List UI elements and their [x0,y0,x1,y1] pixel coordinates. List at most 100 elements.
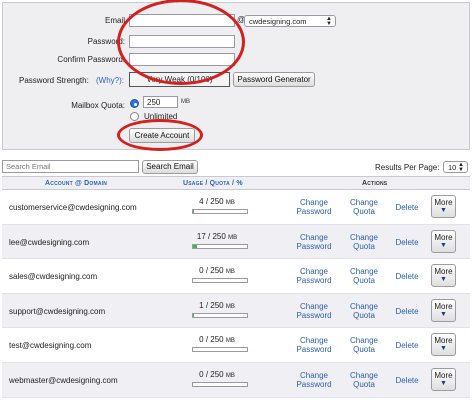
more-button[interactable]: More ▼ [431,298,456,322]
more-button[interactable]: More ▼ [431,333,456,357]
change-password-line2: Password [296,310,332,320]
domain-select[interactable]: cwdesigning.com ▲ ▼ [244,15,336,27]
email-accounts-table: Account @ Domain Usage / Quota / % Actio… [2,176,470,398]
delete-link[interactable]: Delete [393,272,421,281]
change-password-line2: Password [296,379,332,389]
change-quota-line2: Quota [353,241,375,251]
results-per-page-value: 10 [448,163,457,172]
delete-link[interactable]: Delete [393,376,421,385]
usage-bar [192,243,248,249]
change-password-link[interactable]: Change Password [294,302,334,320]
usage-quota: 250 [210,197,224,206]
change-password-line1: Change [299,198,329,207]
more-label: More [434,370,453,380]
change-quota-line1: Change [349,370,379,380]
results-per-page-select[interactable]: 10 ▲ ▼ [443,161,468,173]
account-email: lee@cwdesigning.com [9,237,90,247]
account-email: webmaster@cwdesigning.com [9,375,118,385]
change-password-line2: Password [296,207,332,216]
change-quota-link[interactable]: Change Quota [347,371,381,389]
change-quota-link[interactable]: Change Quota [347,198,381,216]
usage-unit: MB [225,372,235,379]
header-account-domain[interactable]: Account @ Domain [45,180,107,187]
usage-quota: 250 [210,369,224,379]
more-label: More [434,198,453,207]
change-password-line1: Change [299,370,329,380]
usage-bar [192,381,248,387]
chevron-down-icon: ▼ [440,241,447,249]
change-quota-line2: Quota [353,310,375,320]
usage-bar-fill [193,210,194,213]
change-quota-link[interactable]: Change Quota [347,302,381,320]
change-password-line2: Password [296,345,332,355]
change-quota-line2: Quota [353,379,375,389]
password-label: Password: [87,37,125,46]
usage-quota: 250 [212,231,226,241]
more-button[interactable]: More ▼ [431,264,456,288]
more-label: More [434,301,453,311]
account-email: test@cwdesigning.com [9,341,92,351]
delete-link[interactable]: Delete [393,203,421,212]
quota-input[interactable]: 250 [143,96,178,108]
usage-used: 0 [199,266,204,276]
usage-unit: MB [225,200,235,206]
header-actions: Actions [362,180,388,187]
change-password-line1: Change [299,301,329,311]
change-password-link[interactable]: Change Password [294,198,334,216]
select-arrows-icon: ▲ ▼ [326,16,332,27]
change-password-link[interactable]: Change Password [294,336,334,354]
usage-bar [192,278,248,284]
usage-text: 4 / 250 MB [199,197,235,206]
delete-link[interactable]: Delete [393,341,421,350]
change-quota-link[interactable]: Change Quota [347,336,381,354]
delete-link[interactable]: Delete [393,238,421,247]
change-quota-line1: Change [349,267,379,277]
more-label: More [434,267,453,277]
change-password-link[interactable]: Change Password [294,371,334,389]
change-password-link[interactable]: Change Password [294,233,334,251]
chevron-down-icon: ▼ [440,207,447,214]
usage-text: 0 / 250 MB [199,266,235,276]
usage-unit: MB [225,269,235,276]
usage-used: 0 [199,369,204,379]
header-usage-quota[interactable]: Usage / Quota / % [183,180,243,187]
change-password-line1: Change [299,267,329,277]
quota-limited-radio[interactable] [130,99,139,108]
change-password-link[interactable]: Change Password [294,267,334,285]
password-generator-button[interactable]: Password Generator [233,72,315,87]
usage-used: 0 [199,335,204,345]
change-quota-line1: Change [349,336,379,346]
more-button[interactable]: More ▼ [431,367,456,391]
chevron-down-icon: ▼ [440,276,447,284]
change-quota-line1: Change [349,198,379,207]
search-email-input[interactable] [2,160,139,173]
more-button[interactable]: More ▼ [431,195,456,218]
usage-bar [192,312,248,318]
usage-used: 4 [199,197,204,206]
confirm-password-input[interactable] [129,53,235,66]
change-quota-link[interactable]: Change Quota [347,233,381,251]
table-row: support@cwdesigning.com 1 / 250 MB Chang… [2,293,470,329]
usage-quota: 250 [210,300,224,310]
account-email: sales@cwdesigning.com [9,272,98,282]
search-email-button[interactable]: Search Email [142,160,198,174]
email-label: Email [104,16,125,25]
change-quota-link[interactable]: Change Quota [347,267,381,285]
usage-text: 17 / 250 MB [196,231,238,241]
usage-text: 0 / 250 MB [199,335,235,345]
change-quota-line2: Quota [353,276,375,286]
change-password-line2: Password [296,241,332,251]
why-link[interactable]: (Why?): [96,76,128,85]
quota-unlimited-radio[interactable] [130,112,139,121]
password-input[interactable] [129,35,235,48]
delete-link[interactable]: Delete [393,307,421,316]
email-input[interactable] [129,14,235,27]
usage-used: 1 [199,300,204,310]
create-account-button[interactable]: Create Account [129,128,195,143]
account-email: customerservice@cwdesigning.com [9,203,137,212]
change-quota-line1: Change [349,301,379,311]
password-strength-label: Password Strength: [19,76,89,85]
table-header: Account @ Domain Usage / Quota / % Actio… [2,176,470,190]
more-button[interactable]: More ▼ [431,229,456,253]
more-label: More [434,232,453,242]
